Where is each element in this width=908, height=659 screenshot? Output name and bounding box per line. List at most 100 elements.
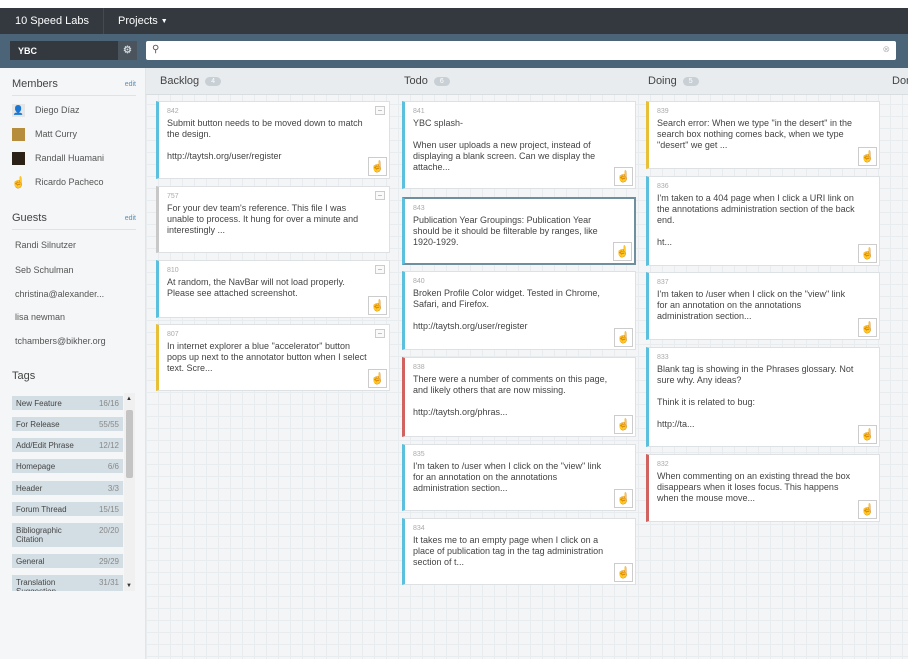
tag-count: 12/12 [98,440,119,450]
tag-count: 55/55 [98,419,119,429]
hand-pointer-icon[interactable]: ☝ [858,244,877,263]
minimize-icon[interactable]: – [375,191,385,200]
members-edit-link[interactable]: edit [125,81,136,88]
hand-pointer-icon[interactable]: ☝ [614,489,633,508]
search-input[interactable]: ⚲ ⊗ [146,41,896,60]
card-text: When commenting on an existing thread th… [657,471,851,503]
card-id: 840 [413,278,425,285]
card-selected[interactable]: 843 Publication Year Groupings: Publicat… [402,197,636,265]
tag-item[interactable]: Forum Thread 15/15 [12,502,123,516]
card[interactable]: 837 I'm taken to /user when I click on t… [646,272,880,340]
minimize-icon[interactable]: – [375,329,385,338]
tag-count: 16/16 [98,398,119,408]
card[interactable]: 841 YBC splash- When user uploads a new … [402,101,636,189]
column-header-doing: Doing 5 [634,68,878,95]
guest-item[interactable]: Randi Silnutzer [15,240,76,250]
scroll-up-icon[interactable]: ▲ [126,396,132,402]
hand-pointer-icon[interactable]: ☝ [614,563,633,582]
card-text: Publication Year Groupings: Publication … [413,215,598,247]
card-text: YBC splash- When user uploads a new proj… [413,118,596,172]
card[interactable]: 838 There were a number of comments on t… [402,357,636,437]
tag-item[interactable]: New Feature 16/16 [12,396,123,410]
card-id: 832 [657,461,669,468]
card-text: Blank tag is showing in the Phrases glos… [657,364,854,429]
scroll-down-icon[interactable]: ▼ [126,583,132,589]
member-item[interactable]: ☝ Ricardo Pacheco [12,175,104,189]
card-text: At random, the NavBar will not load prop… [167,277,345,298]
column-header-backlog: Backlog 4 [146,68,390,95]
projects-menu[interactable]: Projects ▼ [103,8,168,34]
card[interactable]: 757 For your dev team's reference. This … [156,186,390,253]
tag-item[interactable]: Add/Edit Phrase 12/12 [12,438,123,452]
member-item[interactable]: 👤 Diego Díaz [12,103,80,117]
hand-pointer-icon[interactable]: ☝ [858,500,877,519]
gear-icon[interactable]: ⚙ [118,41,137,60]
member-item[interactable]: Randall Huamani [12,151,104,165]
tag-item[interactable]: For Release 55/55 [12,417,123,431]
tag-item[interactable]: General 29/29 [12,554,123,568]
card-id: 838 [413,364,425,371]
hand-pointer-icon[interactable]: ☝ [614,328,633,347]
hand-pointer-icon[interactable]: ☝ [613,242,632,261]
column-title: Todo [404,75,428,87]
column-count-badge: 6 [433,76,450,86]
member-item[interactable]: Matt Curry [12,127,77,141]
card[interactable]: 834 It takes me to an empty page when I … [402,518,636,585]
minimize-icon[interactable]: – [375,265,385,274]
clear-icon[interactable]: ⊗ [882,44,890,55]
card-id: 841 [413,108,425,115]
kanban-board: Backlog 4 Todo 6 Doing 5 Dor 842 Submit … [146,68,908,659]
card[interactable]: 842 Submit button needs to be moved down… [156,101,390,179]
hand-pointer-icon[interactable]: ☝ [614,415,633,434]
card[interactable]: 833 Blank tag is showing in the Phrases … [646,347,880,447]
column-count-badge: 5 [682,76,699,86]
card[interactable]: 807 In internet explorer a blue "acceler… [156,324,390,391]
tag-name: For Release [16,419,60,429]
tag-item[interactable]: Bibliographic Citation 20/20 [12,523,123,547]
card[interactable]: 835 I'm taken to /user when I click on t… [402,444,636,511]
guest-item[interactable]: tchambers@bikher.org [15,336,106,346]
tag-item[interactable]: Translation Suggestion 31/31 [12,575,123,591]
guest-item[interactable]: lisa newman [15,312,65,322]
card-text: Broken Profile Color widget. Tested in C… [413,288,600,331]
guest-item[interactable]: christina@alexander... [15,289,104,299]
hand-pointer-icon[interactable]: ☝ [368,369,387,388]
tag-count: 15/15 [98,504,119,514]
card[interactable]: 839 Search error: When we type "in the d… [646,101,880,169]
card-id: 843 [413,205,425,212]
tag-name: Translation Suggestion [16,578,56,591]
project-name: YBC [18,45,38,56]
brand-link[interactable]: 10 Speed Labs [0,15,103,27]
tag-name: General [16,556,45,566]
card-id: 835 [413,451,425,458]
tag-name: Forum Thread [16,504,67,514]
guests-title: Guests [12,212,47,224]
tag-name: Homepage [16,461,56,471]
tags-title: Tags [12,370,36,382]
tag-count: 31/31 [98,578,119,587]
guest-item[interactable]: Seb Schulman [15,265,74,275]
hand-pointer-icon[interactable]: ☝ [614,167,633,186]
card[interactable]: 810 At random, the NavBar will not load … [156,260,390,318]
hand-pointer-icon[interactable]: ☝ [858,425,877,444]
tag-scrollbar[interactable]: ▲ ▼ [124,393,135,591]
hand-pointer-icon[interactable]: ☝ [368,157,387,176]
card[interactable]: 836 I'm taken to a 404 page when I click… [646,176,880,266]
minimize-icon[interactable]: – [375,106,385,115]
card-text: In internet explorer a blue "accelerator… [167,341,367,373]
tag-item[interactable]: Homepage 6/6 [12,459,123,473]
hand-pointer-icon[interactable]: ☝ [858,318,877,337]
tag-name: Header [16,483,43,493]
project-selector[interactable]: YBC ⚙ [10,41,137,60]
guests-edit-link[interactable]: edit [125,215,136,222]
tag-name: Add/Edit Phrase [16,440,74,450]
card-text: There were a number of comments on this … [413,374,608,417]
scrollbar-thumb[interactable] [126,410,133,478]
card-id: 807 [167,331,179,338]
tag-item[interactable]: Header 3/3 [12,481,123,495]
card[interactable]: 832 When commenting on an existing threa… [646,454,880,522]
card[interactable]: 840 Broken Profile Color widget. Tested … [402,271,636,350]
column-title: Backlog [160,75,200,87]
hand-pointer-icon[interactable]: ☝ [368,296,387,315]
hand-pointer-icon[interactable]: ☝ [858,147,877,166]
